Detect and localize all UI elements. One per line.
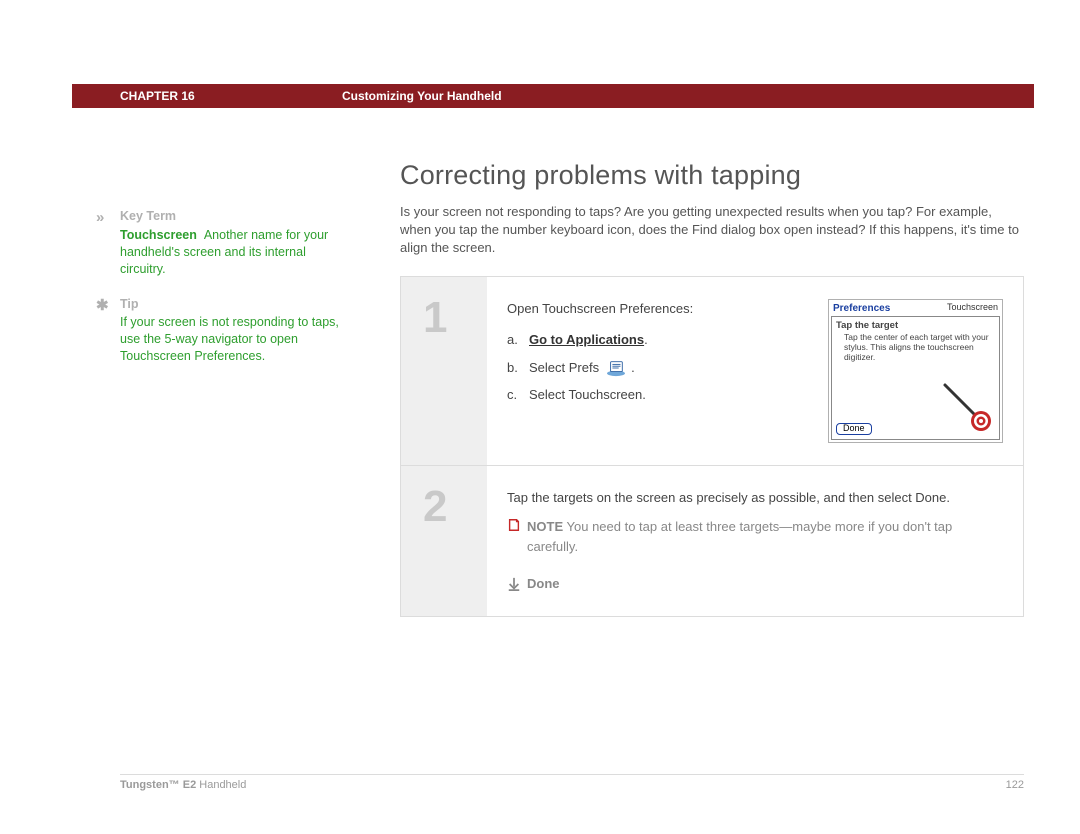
step-1-item-c: c. Select Touchscreen. — [507, 385, 804, 405]
prefs-icon — [605, 359, 625, 375]
step-1-item-a: a. Go to Applications. — [507, 330, 804, 350]
go-to-applications-link[interactable]: Go to Applications. — [529, 330, 648, 350]
step-number: 2 — [401, 466, 487, 616]
done-label: Done — [527, 574, 560, 594]
sidebar: » Key Term Touchscreen Another name for … — [120, 208, 350, 383]
page-title: Correcting problems with tapping — [400, 160, 1024, 191]
chapter-label: CHAPTER 16 — [120, 89, 195, 103]
tip-label: Tip — [120, 296, 139, 313]
item-letter: b. — [507, 358, 523, 378]
item-text: Select Touchscreen. — [529, 385, 646, 405]
done-row: Done — [507, 574, 1003, 594]
note-row: NOTE You need to tap at least three targ… — [507, 517, 1003, 556]
tip-body: If your screen is not responding to taps… — [120, 314, 350, 365]
ss-body: Tap the target Tap the center of each ta… — [831, 316, 1000, 440]
ss-category-label: Touchscreen — [947, 303, 998, 314]
note-label: NOTE — [527, 519, 563, 534]
main-content: Correcting problems with tapping Is your… — [400, 160, 1024, 617]
step-1: 1 Open Touchscreen Preferences: a. Go to… — [401, 277, 1023, 466]
tip-block: ✱ Tip If your screen is not responding t… — [120, 296, 350, 366]
step-1-lead: Open Touchscreen Preferences: — [507, 299, 804, 319]
ss-preferences-label: Preferences — [833, 303, 890, 314]
touchscreen-prefs-screenshot: Preferences Touchscreen Tap the target T… — [828, 299, 1003, 443]
chapter-title: Customizing Your Handheld — [342, 89, 502, 103]
intro-paragraph: Is your screen not responding to taps? A… — [400, 203, 1024, 258]
note-text: You need to tap at least three targets—m… — [527, 519, 952, 554]
step-2-body: Tap the targets on the screen as precise… — [487, 466, 1023, 616]
step-2-text: Tap the targets on the screen as precise… — [507, 488, 1003, 508]
ss-heading: Tap the target — [836, 321, 995, 331]
item-letter: a. — [507, 330, 523, 350]
steps-container: 1 Open Touchscreen Preferences: a. Go to… — [400, 276, 1024, 617]
key-term-label: Key Term — [120, 208, 176, 225]
step-2: 2 Tap the targets on the screen as preci… — [401, 466, 1023, 616]
chapter-header: CHAPTER 16 Customizing Your Handheld — [72, 84, 1034, 108]
ss-paragraph: Tap the center of each target with your … — [836, 333, 995, 362]
key-term-block: » Key Term Touchscreen Another name for … — [120, 208, 350, 278]
step-1-body: Open Touchscreen Preferences: a. Go to A… — [487, 277, 1023, 465]
item-text: Select Prefs — [529, 358, 599, 378]
item-letter: c. — [507, 385, 523, 405]
item-suffix: . — [631, 358, 635, 378]
key-term-body: Touchscreen Another name for your handhe… — [120, 227, 350, 278]
step-1-text: Open Touchscreen Preferences: a. Go to A… — [507, 299, 804, 443]
note-icon — [507, 518, 521, 532]
step-1-item-b: b. Select Prefs . — [507, 358, 804, 378]
note-content: NOTE You need to tap at least three targ… — [527, 517, 1003, 556]
page-number: 122 — [1006, 779, 1024, 791]
page-footer: Tungsten™ E2 Handheld 122 — [120, 774, 1024, 791]
tip-glyph-icon: ✱ — [96, 296, 109, 316]
product-name: Tungsten™ E2 Handheld — [120, 779, 246, 791]
target-icon — [969, 409, 993, 433]
key-term-term: Touchscreen — [120, 228, 197, 242]
ss-done-button[interactable]: Done — [836, 423, 872, 435]
key-term-glyph-icon: » — [96, 208, 104, 228]
done-arrow-icon — [507, 577, 521, 591]
step-number: 1 — [401, 277, 487, 465]
